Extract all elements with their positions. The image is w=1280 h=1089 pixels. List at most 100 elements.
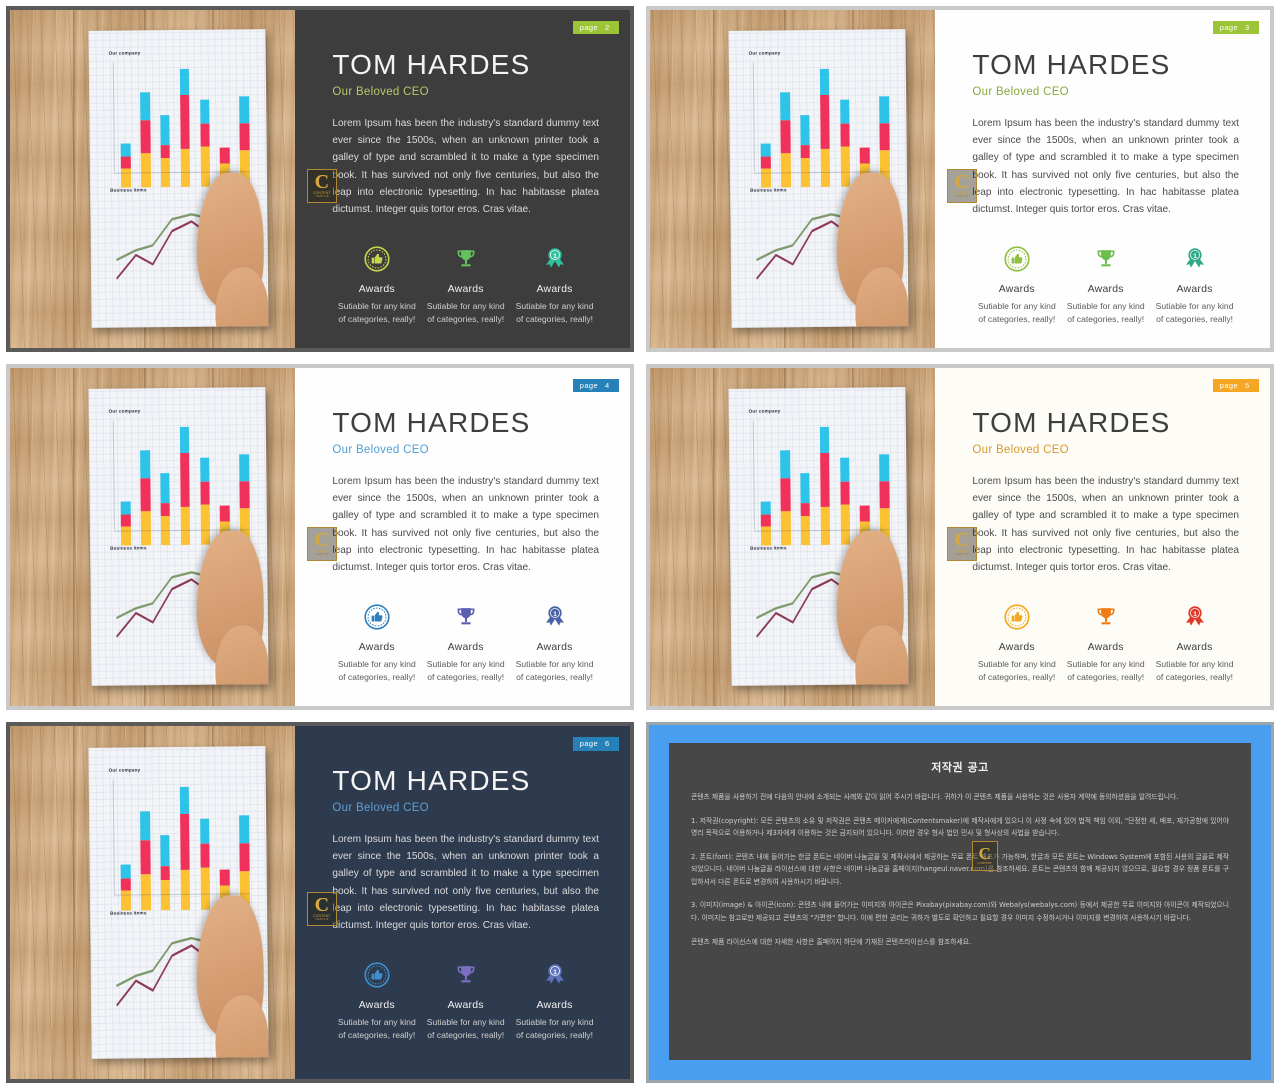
- trophy-icon: [1064, 242, 1147, 276]
- award-description: Sutiable for any kind of categories, rea…: [515, 1016, 594, 1041]
- awards-list: Awards Sutiable for any kind of categori…: [332, 600, 599, 685]
- awards-list: Awards Sutiable for any kind of categori…: [332, 242, 599, 327]
- slide-content: page 2 TOM HARDES Our Beloved CEO Lorem I…: [295, 10, 630, 348]
- slide-cell[interactable]: Our company Business items: [0, 0, 640, 358]
- award-description: Sutiable for any kind of categories, rea…: [1066, 300, 1145, 325]
- award-description: Sutiable for any kind of categories, rea…: [337, 658, 416, 683]
- award-item[interactable]: Awards Sutiable for any kind of categori…: [972, 600, 1061, 685]
- award-description: Sutiable for any kind of categories, rea…: [337, 1016, 416, 1041]
- copyright-title: 저작권 공고: [931, 761, 989, 774]
- copyright-panel: 저작권 공고 콘텐츠 제품을 사용하기 전에 다음의 안내에 소개되는 사례와 …: [646, 722, 1274, 1083]
- copyright-paragraph: 3. 이미지(image) & 아이콘(icon): 콘텐츠 내에 들어가는 이…: [691, 901, 1229, 922]
- slide-cell[interactable]: Our company Business items: [0, 358, 640, 716]
- copyright-paragraph: 콘텐츠 제품을 사용하기 전에 다음의 안내에 소개되는 사례와 같이 읽어 주…: [691, 793, 1179, 801]
- slide-deck-grid: Our company Business items page 2 TOM HA…: [0, 0, 1280, 1089]
- award-item[interactable]: Awards Sutiable for any kind of categori…: [1061, 600, 1150, 685]
- photo-chart-title-1: Our company: [748, 408, 781, 414]
- slide-cell[interactable]: Our company Business items: [640, 0, 1280, 358]
- awards-list: Awards Sutiable for any kind of categori…: [972, 600, 1239, 685]
- photo-chart-title-1: Our company: [108, 50, 141, 56]
- svg-text:1: 1: [1193, 611, 1197, 618]
- watermark-line2: TEMPLATE: [315, 552, 329, 556]
- award-item[interactable]: 1 Awards Sutiable for any kind of catego…: [510, 242, 599, 327]
- award-ribbon-icon: 1: [1153, 600, 1236, 634]
- person-bio-text: Lorem Ipsum has been the industry's stan…: [972, 117, 1239, 216]
- award-item[interactable]: Awards Sutiable for any kind of categori…: [1061, 242, 1150, 327]
- photo-paper-report: Our company Business items: [728, 29, 909, 329]
- trophy-icon: [424, 242, 507, 276]
- copyright-notice-cell: 저작권 공고 콘텐츠 제품을 사용하기 전에 다음의 안내에 소개되는 사례와 …: [640, 716, 1280, 1089]
- award-title: Awards: [447, 282, 484, 295]
- page-badge-number: 6: [605, 739, 610, 749]
- person-bio-text: Lorem Ipsum has been the industry's stan…: [332, 117, 599, 216]
- award-item[interactable]: 1 Awards Sutiable for any kind of catego…: [510, 600, 599, 685]
- watermark-letter: C: [314, 170, 330, 193]
- award-item[interactable]: 1 Awards Sutiable for any kind of catego…: [1150, 242, 1239, 327]
- watermark-line1: CONTENT: [312, 190, 331, 195]
- slide[interactable]: Our company Business items: [646, 6, 1274, 352]
- slide-content: page 4 TOM HARDES Our Beloved CEO Lorem I…: [295, 368, 630, 706]
- award-item[interactable]: Awards Sutiable for any kind of categori…: [332, 600, 421, 685]
- page-title: TOM HARDES: [972, 407, 1171, 439]
- watermark-line2: TEMPLATE: [315, 194, 329, 198]
- person-role: Our Beloved CEO: [972, 443, 1069, 456]
- slide-cell[interactable]: Our company Business items: [640, 358, 1280, 716]
- photo-paper-report: Our company Business items: [728, 387, 909, 687]
- award-ribbon-icon: 1: [1153, 242, 1236, 276]
- award-item[interactable]: Awards Sutiable for any kind of categori…: [332, 242, 421, 327]
- award-title: Awards: [1176, 640, 1213, 653]
- watermark-line2: TEMPLATE: [315, 917, 329, 921]
- photo-bar-chart: [108, 775, 250, 911]
- award-description: Sutiable for any kind of categories, rea…: [1066, 658, 1145, 683]
- award-description: Sutiable for any kind of categories, rea…: [515, 300, 594, 325]
- svg-text:1: 1: [1193, 253, 1197, 260]
- award-ribbon-icon: 1: [513, 958, 596, 992]
- svg-text:1: 1: [553, 611, 557, 618]
- awards-list: Awards Sutiable for any kind of categori…: [972, 242, 1239, 327]
- watermark-line1: CONTENT: [312, 548, 331, 553]
- photo-wood-desk: Our company Business items: [650, 368, 936, 706]
- page-title: TOM HARDES: [332, 407, 531, 439]
- person-role: Our Beloved CEO: [332, 443, 429, 456]
- thumbs-up-badge-icon: [975, 242, 1058, 276]
- watermark-line2: TEMPLATE: [955, 552, 969, 556]
- copyright-paragraph: 콘텐츠 제품 라이선스에 대한 자세한 사항은 홈페이지 하단에 기재된 콘텐츠…: [691, 937, 972, 946]
- award-item[interactable]: Awards Sutiable for any kind of categori…: [421, 242, 510, 327]
- award-title: Awards: [1087, 282, 1124, 295]
- award-item[interactable]: Awards Sutiable for any kind of categori…: [972, 242, 1061, 327]
- person-role: Our Beloved CEO: [332, 85, 429, 98]
- watermark-letter: C: [314, 528, 330, 551]
- photo-paper-report: Our company Business items: [88, 746, 269, 1059]
- award-title: Awards: [1087, 640, 1124, 653]
- page-badge: page 4: [572, 378, 619, 393]
- page-badge: page 3: [1212, 20, 1259, 35]
- slide[interactable]: Our company Business items: [646, 364, 1274, 710]
- slide[interactable]: Our company Business items: [6, 722, 634, 1083]
- trophy-icon: [424, 958, 507, 992]
- award-item[interactable]: Awards Sutiable for any kind of categori…: [421, 600, 510, 685]
- page-badge: page 5: [1212, 378, 1259, 393]
- award-item[interactable]: 1 Awards Sutiable for any kind of catego…: [510, 958, 599, 1043]
- award-description: Sutiable for any kind of categories, rea…: [1155, 300, 1234, 325]
- awards-list: Awards Sutiable for any kind of categori…: [332, 958, 599, 1043]
- slide-content: page 6 TOM HARDES Our Beloved CEO Lorem I…: [295, 726, 630, 1079]
- page-badge-number: 2: [605, 22, 610, 32]
- award-title: Awards: [447, 998, 484, 1011]
- award-item[interactable]: Awards Sutiable for any kind of categori…: [421, 958, 510, 1043]
- award-title: Awards: [998, 640, 1035, 653]
- award-ribbon-icon: 1: [513, 242, 596, 276]
- award-description: Sutiable for any kind of categories, rea…: [426, 658, 505, 683]
- watermark-letter: C: [954, 170, 970, 193]
- copyright-paragraph: 2. 폰트(font): 콘텐츠 내에 들어가는 한글 폰트는 네이버 나눔글꼴…: [691, 852, 1230, 886]
- award-item[interactable]: 1 Awards Sutiable for any kind of catego…: [1150, 600, 1239, 685]
- slide-cell[interactable]: Our company Business items: [0, 716, 640, 1089]
- page-title: TOM HARDES: [332, 49, 531, 81]
- person-bio-text: Lorem Ipsum has been the industry's stan…: [972, 475, 1239, 574]
- award-item[interactable]: Awards Sutiable for any kind of categori…: [332, 958, 421, 1043]
- photo-chart-title-1: Our company: [108, 408, 141, 414]
- slide[interactable]: Our company Business items: [6, 6, 634, 352]
- thumbs-up-badge-icon: [335, 958, 418, 992]
- slide[interactable]: Our company Business items: [6, 364, 634, 710]
- thumbs-up-badge-icon: [335, 242, 418, 276]
- copyright-body: 저작권 공고 콘텐츠 제품을 사용하기 전에 다음의 안내에 소개되는 사례와 …: [669, 743, 1251, 1060]
